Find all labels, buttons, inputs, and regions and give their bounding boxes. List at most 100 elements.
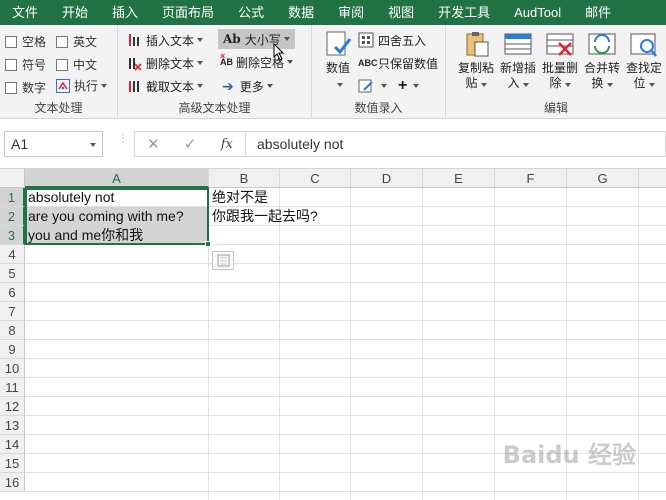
row-header[interactable]: 2 [0, 207, 25, 226]
keep-value-label: 只保留数值 [378, 56, 439, 71]
checkbox-box[interactable] [5, 58, 17, 71]
checkbox-chinese-label: 中文 [73, 58, 98, 72]
tab-insert[interactable]: 插入 [100, 0, 150, 25]
row-header[interactable]: 14 [0, 435, 25, 454]
execute-button[interactable]: 执行 [56, 77, 108, 94]
add-insert-label-1: 新增插 [499, 61, 536, 75]
keep-value-button[interactable]: ABC 只保留数值 [358, 53, 438, 73]
checkbox-symbol[interactable]: 符号 [5, 56, 46, 73]
chevron-down-icon [197, 38, 204, 42]
row-header[interactable]: 5 [0, 264, 25, 283]
group-edit-label: 编辑 [543, 101, 568, 115]
column-header-e[interactable]: E [423, 169, 495, 188]
add-dropdown-button[interactable]: + [398, 76, 420, 96]
delete-text-label: 删除文本 [146, 56, 195, 71]
merge-convert-label-1: 合并转 [583, 61, 620, 75]
quick-analysis-icon[interactable] [212, 251, 234, 270]
round-label: 四舍五入 [378, 33, 427, 48]
fill-handle[interactable] [205, 241, 211, 247]
merge-convert-button[interactable]: 合并转 换 [580, 29, 624, 91]
chevron-down-icon [480, 83, 487, 87]
row-header[interactable]: 7 [0, 302, 25, 321]
tab-view[interactable]: 视图 [376, 0, 426, 25]
name-box[interactable]: A1 [4, 131, 103, 157]
group-text-processing: 空格 英文 符号 中文 数字 执行 文本处理 [0, 25, 118, 119]
gridline [25, 396, 666, 397]
more-button[interactable]: ➔ 更多 [222, 76, 273, 96]
delete-text-icon [126, 55, 142, 71]
row-header[interactable]: 10 [0, 359, 25, 378]
gridline [25, 415, 666, 416]
tab-audtool[interactable]: AudTool [502, 0, 573, 25]
formula-bar-grip-icon[interactable]: ⋮ [118, 134, 128, 152]
cell-b1[interactable]: 绝对不是 [209, 188, 268, 207]
find-locate-button[interactable]: 查找定 位 [622, 29, 666, 91]
row-header[interactable]: 12 [0, 397, 25, 416]
edit-dropdown-button[interactable] [358, 76, 387, 96]
merge-convert-icon [587, 29, 617, 59]
row-header[interactable]: 6 [0, 283, 25, 302]
checkbox-box[interactable] [5, 81, 17, 94]
checkbox-english[interactable]: 英文 [56, 33, 97, 50]
gridline [25, 491, 666, 492]
formula-input[interactable]: absolutely not [246, 131, 666, 157]
tab-data[interactable]: 数据 [276, 0, 326, 25]
checkbox-space[interactable]: 空格 [5, 33, 46, 50]
chevron-down-icon [283, 37, 290, 41]
row-header[interactable]: 13 [0, 416, 25, 435]
checkbox-box[interactable] [5, 35, 17, 48]
arrow-right-icon: ➔ [222, 77, 234, 94]
column-header-b[interactable]: B [209, 169, 280, 188]
cell-b2[interactable]: 你跟我一起去吗? [209, 207, 318, 226]
chevron-down-icon [413, 84, 420, 88]
insert-text-button[interactable]: 插入文本 [126, 30, 204, 50]
selection-range [25, 188, 209, 245]
insert-function-icon[interactable]: fx [221, 137, 233, 152]
row-header[interactable]: 1 [0, 188, 25, 207]
row-header[interactable]: 16 [0, 473, 25, 492]
tab-review[interactable]: 审阅 [326, 0, 376, 25]
group-numeric-input-label: 数值录入 [354, 101, 403, 115]
tab-developer[interactable]: 开发工具 [426, 0, 502, 25]
chevron-down-icon [336, 83, 343, 87]
name-box-value: A1 [11, 136, 29, 152]
group-advanced-text-label: 高级文本处理 [178, 101, 251, 115]
row-header[interactable]: 15 [0, 454, 25, 473]
chevron-down-icon[interactable] [90, 143, 96, 147]
batch-delete-button[interactable]: 批量删 除 [538, 29, 582, 91]
ribbon-tab-bar: 文件 开始 插入 页面布局 公式 数据 审阅 视图 开发工具 AudTool 邮… [0, 0, 666, 25]
column-header-f[interactable]: F [495, 169, 567, 188]
tab-file[interactable]: 文件 [0, 0, 50, 25]
copy-paste-button[interactable]: 复制粘 贴 [454, 29, 498, 91]
add-insert-button[interactable]: 新增插 入 [496, 29, 540, 91]
chevron-down-icon [197, 61, 204, 65]
delete-text-button[interactable]: 删除文本 [126, 53, 204, 73]
column-header-a[interactable]: A [25, 169, 209, 188]
row-header[interactable]: 4 [0, 245, 25, 264]
row-header[interactable]: 9 [0, 340, 25, 359]
row-header[interactable]: 11 [0, 378, 25, 397]
tab-home[interactable]: 开始 [50, 0, 100, 25]
round-button[interactable]: 四舍五入 [358, 30, 426, 50]
column-header-h[interactable] [639, 169, 666, 188]
insert-text-icon [126, 32, 142, 48]
cancel-icon[interactable]: ✕ [147, 135, 160, 153]
ribbon-body: 空格 英文 符号 中文 数字 执行 文本处理 插入文本 删除文本 截取文本 Ab… [0, 25, 666, 119]
row-header[interactable]: 8 [0, 321, 25, 340]
column-header-g[interactable]: G [567, 169, 639, 188]
row-header[interactable]: 3 [0, 226, 25, 245]
numeric-button[interactable]: 数值 [316, 29, 360, 91]
gridline [350, 188, 351, 500]
checkbox-box[interactable] [56, 35, 68, 48]
checkbox-number[interactable]: 数字 [5, 79, 46, 96]
select-all-corner[interactable] [0, 169, 25, 188]
enter-icon[interactable]: ✓ [184, 135, 197, 153]
checkbox-box[interactable] [56, 58, 68, 71]
column-header-c[interactable]: C [280, 169, 351, 188]
tab-formulas[interactable]: 公式 [226, 0, 276, 25]
tab-mail[interactable]: 邮件 [573, 0, 623, 25]
column-header-d[interactable]: D [351, 169, 423, 188]
checkbox-chinese[interactable]: 中文 [56, 56, 97, 73]
tab-page-layout[interactable]: 页面布局 [150, 0, 226, 25]
extract-text-button[interactable]: 截取文本 [126, 76, 204, 96]
